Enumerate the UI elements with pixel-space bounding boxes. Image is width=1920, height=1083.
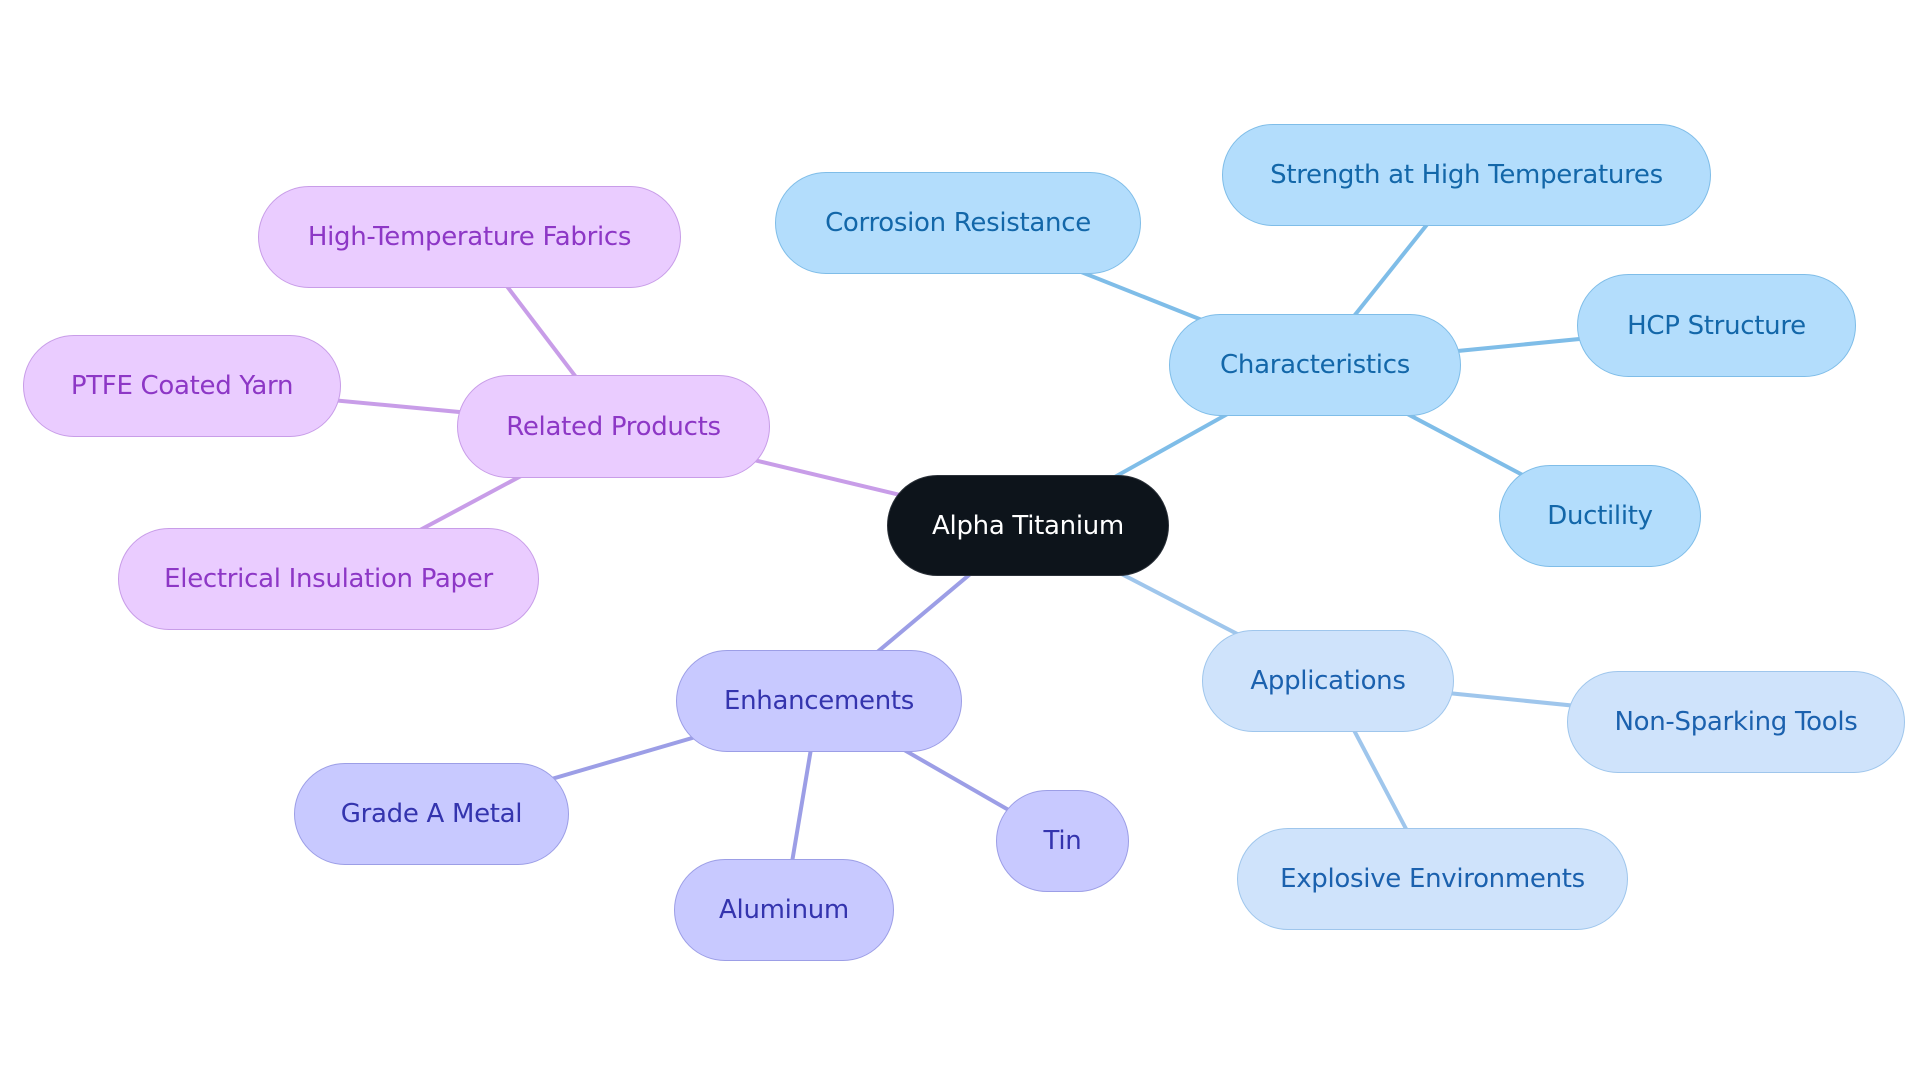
node-ductility[interactable]: Ductility	[1499, 465, 1701, 567]
node-corrosion-resistance[interactable]: Corrosion Resistance	[775, 172, 1141, 274]
node-high-temperature-fabrics[interactable]: High-Temperature Fabrics	[258, 186, 681, 288]
node-related-products[interactable]: Related Products	[457, 375, 770, 478]
node-hcp-structure[interactable]: HCP Structure	[1577, 274, 1856, 377]
node-ptfe-coated-yarn[interactable]: PTFE Coated Yarn	[23, 335, 341, 437]
node-electrical-insulation-paper[interactable]: Electrical Insulation Paper	[118, 528, 539, 630]
node-tin[interactable]: Tin	[996, 790, 1129, 892]
node-grade-a-metal[interactable]: Grade A Metal	[294, 763, 569, 865]
node-enhancements[interactable]: Enhancements	[676, 650, 962, 752]
node-strength-at-high-temperatures[interactable]: Strength at High Temperatures	[1222, 124, 1711, 226]
node-characteristics[interactable]: Characteristics	[1169, 314, 1461, 416]
node-alpha-titanium[interactable]: Alpha Titanium	[887, 475, 1169, 576]
node-non-sparking-tools[interactable]: Non-Sparking Tools	[1567, 671, 1905, 773]
node-explosive-environments[interactable]: Explosive Environments	[1237, 828, 1628, 930]
node-aluminum[interactable]: Aluminum	[674, 859, 894, 961]
node-applications[interactable]: Applications	[1202, 630, 1454, 732]
